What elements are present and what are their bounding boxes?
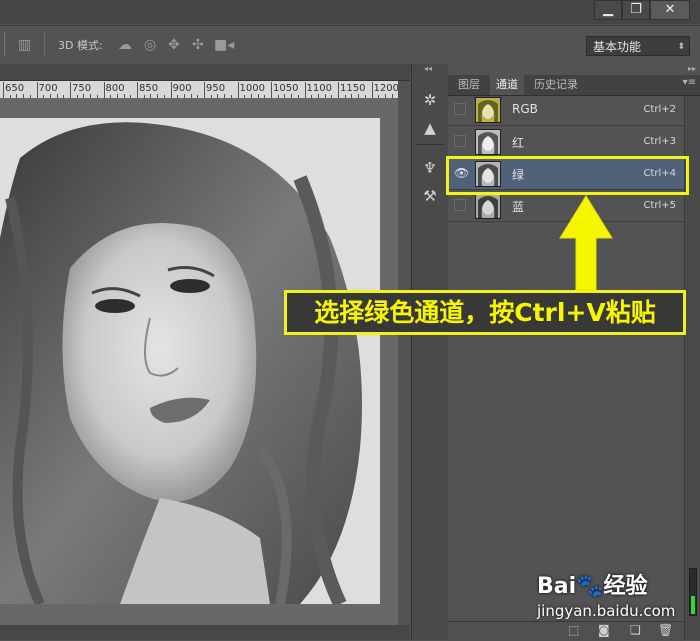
load-selection-icon[interactable]: ⬚ bbox=[568, 623, 579, 637]
visibility-toggle[interactable] bbox=[454, 103, 466, 115]
channel-shortcut: Ctrl+2 bbox=[643, 104, 676, 115]
portrait-image bbox=[0, 118, 380, 604]
ruler-tick bbox=[371, 82, 373, 98]
restore-icon[interactable]: ❐ bbox=[622, 0, 650, 20]
3d-mode-label: 3D 模式: bbox=[58, 39, 103, 52]
clone-source-icon[interactable]: ⚒ bbox=[418, 184, 442, 208]
panel-collapse-icon[interactable]: ▸▸ bbox=[688, 64, 696, 73]
workspace-select[interactable]: 基本功能 ⬍ bbox=[586, 36, 690, 56]
tab-layers[interactable]: 图层 bbox=[452, 75, 486, 95]
ruler-tick bbox=[103, 82, 105, 98]
ruler-tick bbox=[237, 82, 239, 98]
3d-orbit-icon[interactable]: ☁ bbox=[118, 37, 132, 53]
close-icon[interactable]: ✕ bbox=[650, 0, 690, 20]
watermark-logo: Bai🐾经验 bbox=[537, 574, 648, 599]
ruler-tick-label: 700 bbox=[38, 83, 58, 94]
ruler-tick bbox=[170, 82, 172, 98]
chevron-down-icon: ⬍ bbox=[677, 42, 685, 52]
canvas-area[interactable] bbox=[0, 98, 398, 625]
channel-shortcut: Ctrl+5 bbox=[643, 200, 676, 211]
3d-slide-icon[interactable]: ✣ bbox=[192, 37, 204, 53]
channel-shortcut: Ctrl+3 bbox=[643, 136, 676, 147]
histogram-icon[interactable]: ▲ bbox=[418, 116, 442, 140]
separator bbox=[4, 32, 5, 56]
channels-panel: ▸▸ 图层 通道 历史记录 ▾≡ RGB Ctrl+2 红 Ctrl+3 👁 绿… bbox=[448, 64, 700, 641]
panel-menu-icon[interactable]: ▾≡ bbox=[683, 77, 696, 88]
navigator-icon[interactable]: ✲ bbox=[418, 88, 442, 112]
ruler-tick-label: 1000 bbox=[239, 83, 265, 94]
channel-thumbnail bbox=[475, 193, 501, 219]
ruler-tick bbox=[271, 82, 272, 98]
ruler-tick bbox=[70, 82, 71, 98]
3d-pan-icon[interactable]: ✥ bbox=[168, 37, 180, 53]
new-channel-icon[interactable]: ❏ bbox=[630, 623, 641, 637]
ruler-tick-label: 850 bbox=[139, 83, 159, 94]
ruler-tick-label: 750 bbox=[72, 83, 92, 94]
separator bbox=[416, 144, 444, 145]
minimize-icon[interactable]: ▁ bbox=[594, 0, 622, 20]
instruction-callout: 选择绿色通道，按Ctrl+V粘贴 bbox=[284, 290, 686, 335]
brush-presets-icon[interactable]: ♆ bbox=[418, 156, 442, 180]
tab-history[interactable]: 历史记录 bbox=[528, 75, 584, 95]
scrollbar-thumb[interactable] bbox=[689, 568, 697, 616]
tab-channels[interactable]: 通道 bbox=[490, 75, 524, 95]
visibility-toggle[interactable] bbox=[454, 135, 466, 147]
ruler-tick-label: 1200 bbox=[373, 83, 399, 94]
panel-tabs: 图层 通道 历史记录 ▾≡ bbox=[448, 75, 700, 96]
channel-name: RGB bbox=[512, 102, 538, 116]
channel-thumbnail bbox=[475, 97, 501, 123]
3d-scale-icon[interactable]: ■◂ bbox=[214, 37, 234, 53]
save-selection-icon[interactable]: ◙ bbox=[598, 623, 610, 637]
ruler-tick bbox=[36, 82, 38, 98]
channel-name: 蓝 bbox=[512, 200, 525, 214]
align-icon[interactable]: ▥ bbox=[18, 37, 31, 53]
3d-roll-icon[interactable]: ◎ bbox=[144, 37, 156, 53]
channel-thumbnail bbox=[475, 129, 501, 155]
status-bar bbox=[0, 625, 410, 640]
ruler-tick bbox=[3, 82, 4, 98]
channel-name: 红 bbox=[512, 136, 525, 150]
ruler-tick bbox=[204, 82, 205, 98]
visibility-toggle[interactable] bbox=[454, 199, 466, 211]
channel-highlight bbox=[446, 156, 689, 195]
title-bar: ▁ ❐ ✕ bbox=[0, 0, 700, 24]
ruler-tick-label: 1100 bbox=[306, 83, 332, 94]
ruler-tick-label: 900 bbox=[172, 83, 192, 94]
document-tab-strip bbox=[0, 64, 410, 81]
watermark-url: jingyan.baidu.com bbox=[537, 602, 676, 620]
separator bbox=[44, 32, 45, 56]
collapse-icon[interactable]: ◂◂ bbox=[424, 64, 432, 73]
ruler-tick-label: 800 bbox=[105, 83, 125, 94]
workspace-label: 基本功能 bbox=[593, 40, 642, 54]
panel-footer: ⬚ ◙ ❏ 🗑 bbox=[448, 621, 684, 641]
panel-icon-strip: ◂◂ ✲ ▲ ♆ ⚒ bbox=[411, 64, 449, 640]
ruler-tick bbox=[137, 82, 138, 98]
channel-row-red[interactable]: 红 Ctrl+3 bbox=[448, 126, 684, 158]
arrow-up-icon bbox=[559, 195, 613, 291]
horizontal-ruler: 650 700 750 800 850 900 950 1000 1050 1100 1150 120… bbox=[0, 81, 398, 99]
options-bar: ▥ 3D 模式: ☁ ◎ ✥ ✣ ■◂ 基本功能 ⬍ bbox=[0, 25, 700, 65]
channel-row-rgb[interactable]: RGB Ctrl+2 bbox=[448, 94, 684, 126]
ruler-tick-label: 650 bbox=[5, 83, 25, 94]
ruler-tick-label: 1150 bbox=[340, 83, 366, 94]
trash-icon[interactable]: 🗑 bbox=[658, 623, 673, 637]
ruler-tick-label: 1050 bbox=[273, 83, 299, 94]
portrait-illustration bbox=[0, 118, 380, 604]
ruler-tick bbox=[304, 82, 306, 98]
ruler-tick-label: 950 bbox=[206, 83, 226, 94]
ruler-tick bbox=[338, 82, 339, 98]
